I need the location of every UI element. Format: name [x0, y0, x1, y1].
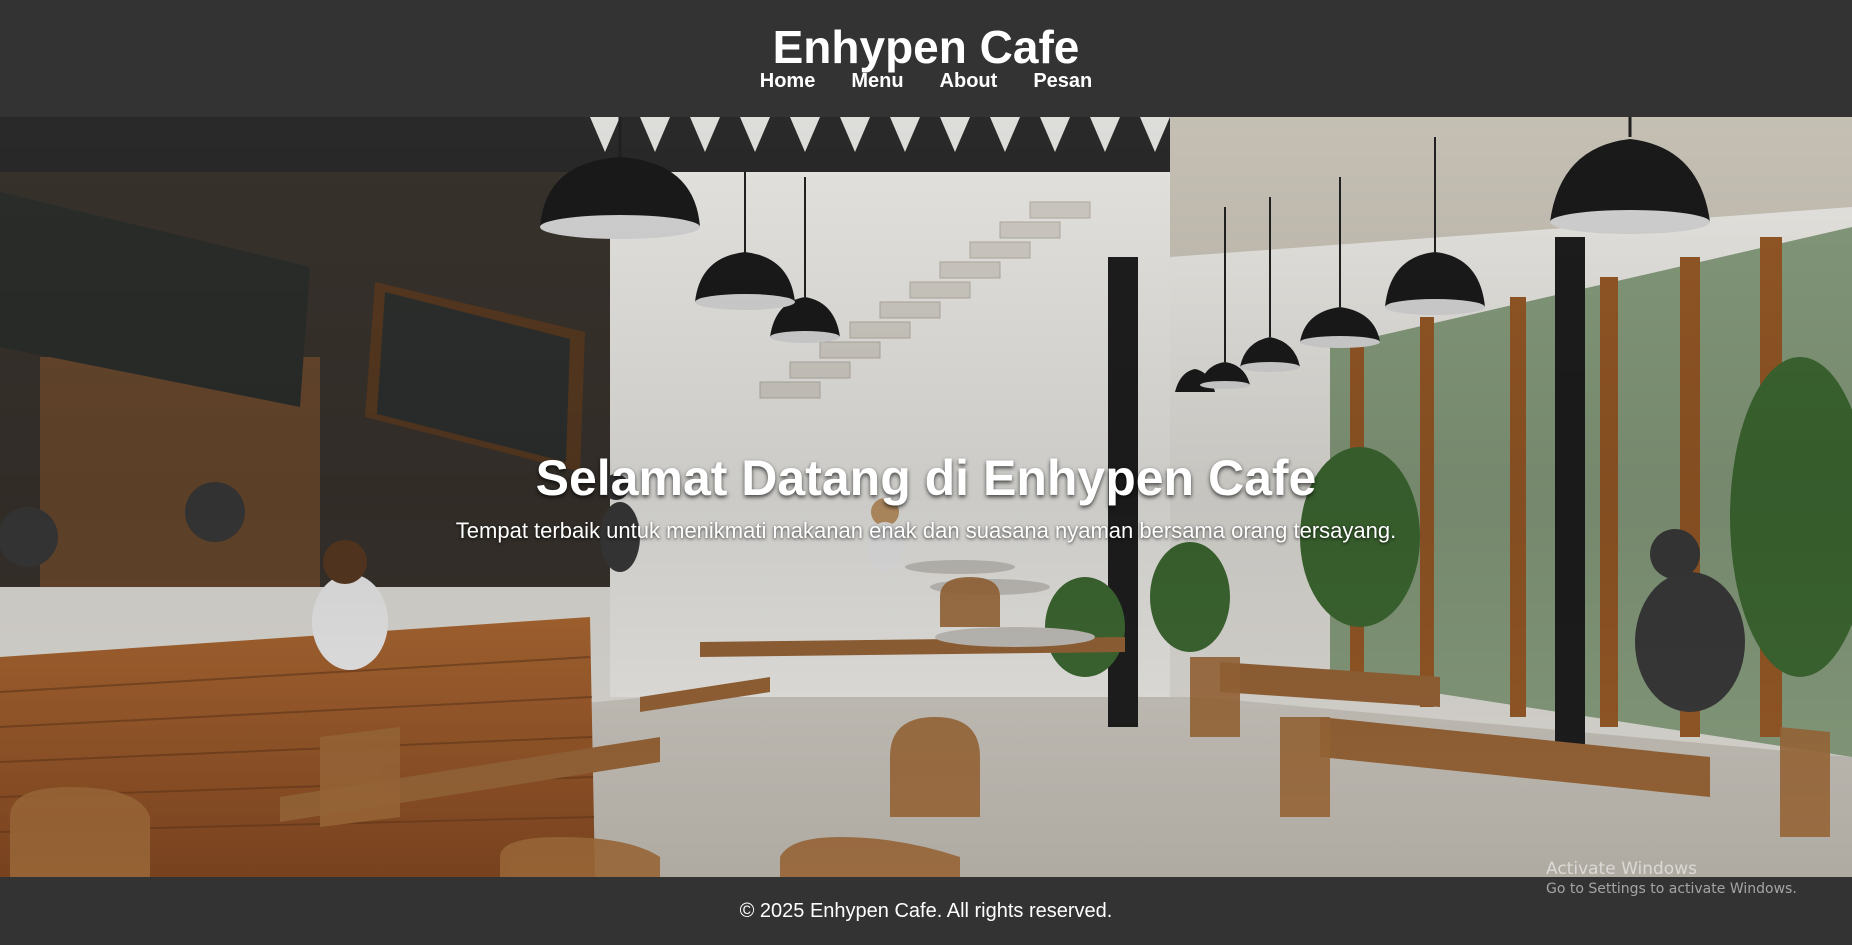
watermark-line1: Activate Windows [1546, 859, 1697, 879]
windows-activation-watermark: Activate Windows Go to Settings to activ… [1546, 858, 1797, 898]
nav-link-pesan[interactable]: Pesan [1033, 68, 1092, 94]
site-title: Enhypen Cafe [772, 21, 1080, 73]
nav-link-menu[interactable]: Menu [851, 68, 903, 94]
hero-subheading: Tempat terbaik untuk menikmati makanan e… [455, 518, 1397, 543]
nav-link-home[interactable]: Home [760, 68, 816, 94]
hero-text: Selamat Datang di Enhypen Cafe Tempat te… [0, 447, 1852, 545]
hero-heading: Selamat Datang di Enhypen Cafe [535, 450, 1317, 506]
watermark-line2: Go to Settings to activate Windows. [1546, 881, 1797, 897]
hero-section: Selamat Datang di Enhypen Cafe Tempat te… [0, 117, 1852, 877]
main-nav: Home Menu About Pesan [0, 68, 1852, 94]
nav-link-about[interactable]: About [940, 68, 998, 94]
site-header: Enhypen Cafe Home Menu About Pesan [0, 0, 1852, 117]
